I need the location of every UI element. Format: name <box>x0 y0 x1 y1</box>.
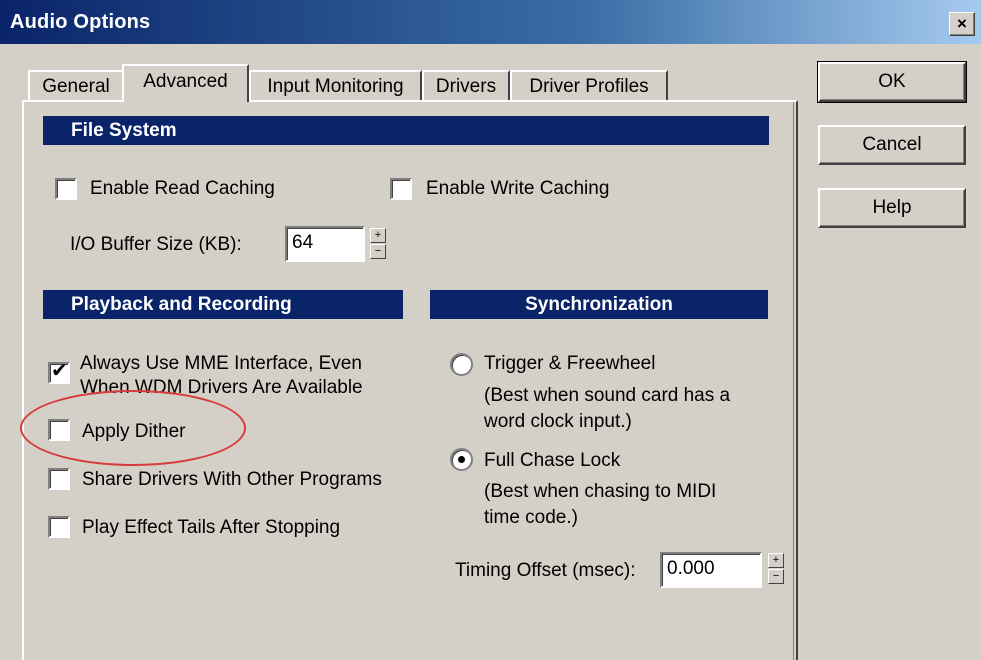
synchronization-header: Synchronization <box>430 290 768 319</box>
dialog-title: Audio Options <box>10 11 151 33</box>
apply-dither-label[interactable]: Apply Dither <box>82 421 186 443</box>
io-buffer-size-input[interactable]: 64 <box>285 226 365 262</box>
share-drivers-checkbox[interactable] <box>48 468 70 490</box>
spin-up-icon[interactable]: + <box>370 228 386 243</box>
full-chase-lock-label[interactable]: Full Chase Lock <box>484 450 620 472</box>
spin-down-icon[interactable]: − <box>370 244 386 259</box>
audio-options-dialog: Audio Options × General Advanced Input M… <box>0 0 981 660</box>
playback-recording-header-label: Playback and Recording <box>71 294 292 315</box>
playback-recording-header: Playback and Recording <box>43 290 403 319</box>
timing-offset-label: Timing Offset (msec): <box>455 560 636 581</box>
file-system-header-label: File System <box>71 120 177 141</box>
enable-write-caching-label[interactable]: Enable Write Caching <box>426 178 609 200</box>
always-use-mme-label-line1[interactable]: Always Use MME Interface, Even <box>80 353 362 375</box>
timing-offset-input[interactable]: 0.000 <box>660 552 762 588</box>
panel-shadow <box>793 102 794 660</box>
cancel-button[interactable]: Cancel <box>818 125 966 165</box>
always-use-mme-label-line2[interactable]: When WDM Drivers Are Available <box>80 377 363 399</box>
enable-write-caching-checkbox[interactable] <box>390 178 412 200</box>
help-button[interactable]: Help <box>818 188 966 228</box>
io-buffer-size-label: I/O Buffer Size (KB): <box>70 234 242 255</box>
tab-advanced[interactable]: Advanced <box>122 64 249 102</box>
enable-read-caching-label[interactable]: Enable Read Caching <box>90 178 275 200</box>
tab-driver-profiles[interactable]: Driver Profiles <box>510 70 668 100</box>
io-buffer-size-spinner[interactable]: + − <box>370 228 386 260</box>
trigger-freewheel-desc-line1: (Best when sound card has a <box>484 385 731 406</box>
tab-input-monitoring[interactable]: Input Monitoring <box>249 70 422 100</box>
full-chase-lock-radio[interactable] <box>450 448 473 471</box>
timing-offset-spinner[interactable]: + − <box>768 553 784 585</box>
share-drivers-label[interactable]: Share Drivers With Other Programs <box>82 469 382 491</box>
play-effect-tails-label[interactable]: Play Effect Tails After Stopping <box>82 517 340 539</box>
apply-dither-checkbox[interactable] <box>48 419 70 441</box>
checkmark-icon: ✔ <box>51 360 68 382</box>
file-system-header: File System <box>43 116 769 145</box>
spin-down-icon[interactable]: − <box>768 569 784 584</box>
close-button[interactable]: × <box>949 12 975 36</box>
full-chase-lock-desc-line2: time code.) <box>484 507 578 528</box>
trigger-freewheel-label[interactable]: Trigger & Freewheel <box>484 353 655 375</box>
title-bar[interactable]: Audio Options × <box>0 0 981 44</box>
synchronization-header-label: Synchronization <box>525 294 673 315</box>
tab-drivers[interactable]: Drivers <box>422 70 510 100</box>
ok-button[interactable]: OK <box>817 61 967 103</box>
full-chase-lock-desc-line1: (Best when chasing to MIDI <box>484 481 717 502</box>
spin-up-icon[interactable]: + <box>768 553 784 568</box>
always-use-mme-checkbox[interactable]: ✔ <box>48 360 70 384</box>
radio-selected-icon <box>458 456 465 463</box>
tab-general[interactable]: General <box>28 70 124 100</box>
trigger-freewheel-radio[interactable] <box>450 353 473 376</box>
trigger-freewheel-desc-line2: word clock input.) <box>484 411 632 432</box>
enable-read-caching-checkbox[interactable] <box>55 178 77 200</box>
play-effect-tails-checkbox[interactable] <box>48 516 70 538</box>
